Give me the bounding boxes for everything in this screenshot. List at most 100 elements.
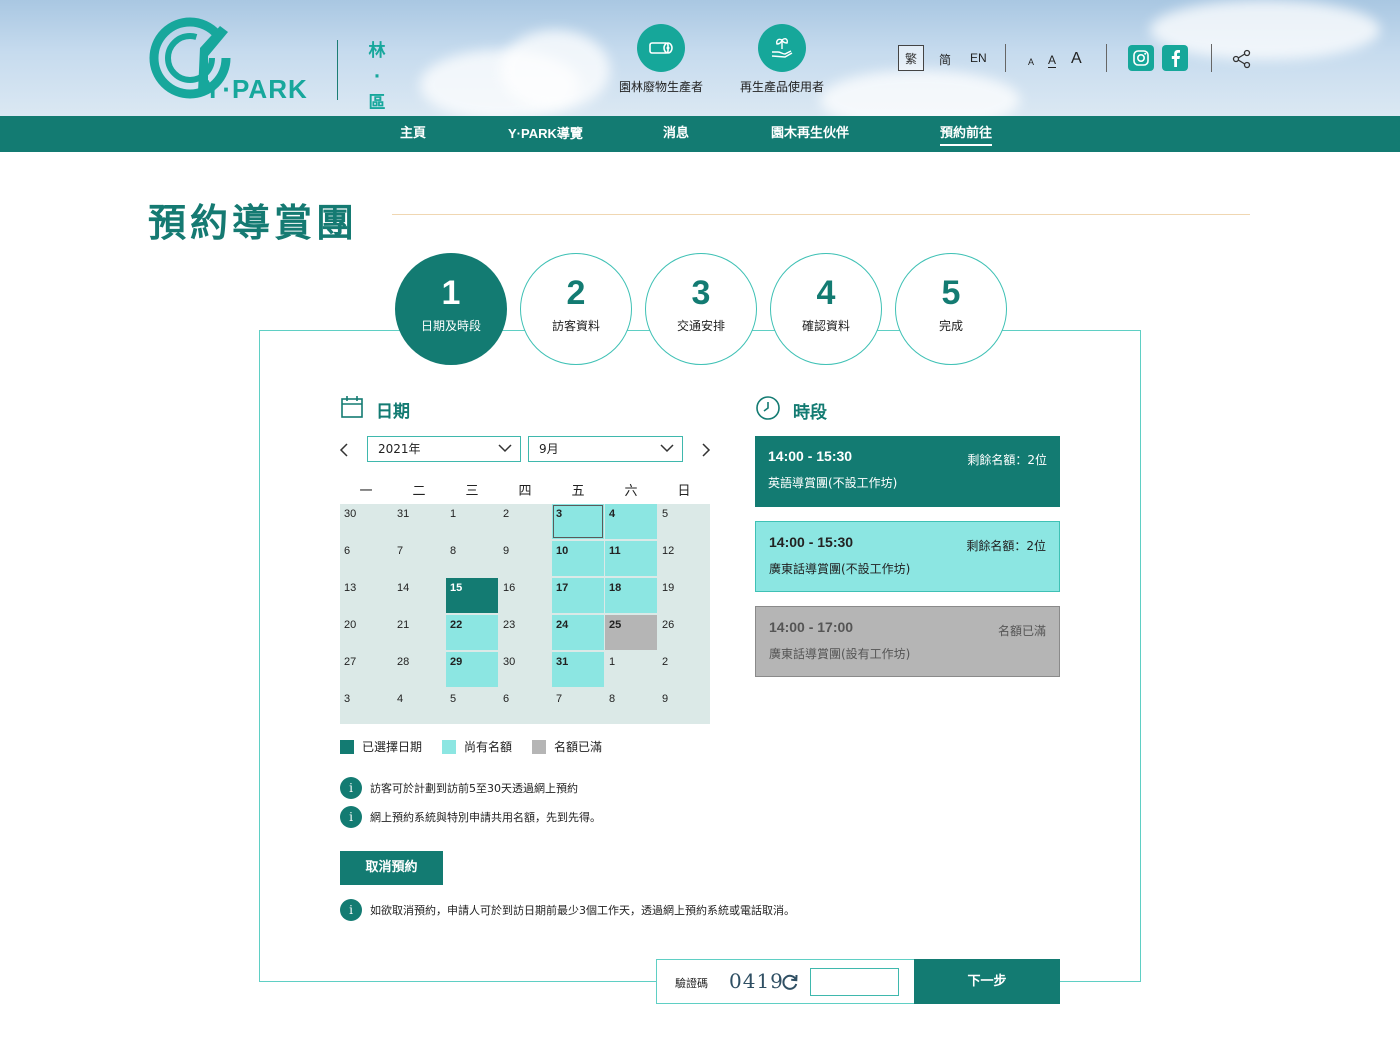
timeslot-name: 廣東話導賞團(不設工作坊) — [769, 562, 911, 576]
lang-simplified[interactable]: 简 — [939, 51, 951, 68]
legend-label: 名額已滿 — [554, 740, 603, 754]
page-title: 預約導賞團 — [148, 201, 359, 245]
weekday-label: 一 — [359, 484, 373, 499]
captcha-box: 驗證碼 0419 — [656, 959, 915, 1004]
font-size-small[interactable]: A — [1028, 57, 1034, 67]
booking-note: i 網上預約系統與特別申請共用名額，先到先得。 — [340, 806, 601, 828]
legend-label: 尚有名額 — [464, 740, 513, 754]
calendar-day: 25 — [605, 615, 657, 650]
year-select-value: 2021年 — [378, 442, 421, 456]
calendar-day[interactable]: 3 — [552, 504, 604, 539]
role-product-user[interactable]: 再生產品使用者 — [707, 24, 857, 95]
step-number: 4 — [816, 274, 836, 312]
legend-label: 已選擇日期 — [362, 740, 423, 754]
calendar-day[interactable]: 24 — [552, 615, 604, 650]
step-label: 日期及時段 — [420, 319, 481, 333]
weekday-label: 日 — [677, 484, 691, 499]
year-select[interactable]: 2021年 — [367, 436, 521, 462]
chevron-right-icon — [702, 443, 711, 457]
divider — [1106, 44, 1107, 72]
step-number: 5 — [941, 274, 961, 312]
instagram-icon[interactable] — [1128, 45, 1154, 71]
zone-char: 林 — [368, 41, 386, 61]
chevron-down-icon — [660, 444, 674, 453]
font-size-large[interactable]: A — [1071, 50, 1082, 68]
step-number: 3 — [691, 274, 711, 312]
note-text: 訪客可於計劃到訪前5至30天透過網上預約 — [370, 782, 578, 795]
calendar-day[interactable]: 18 — [605, 578, 657, 613]
timeslot-name: 廣東話導賞團(設有工作坊) — [769, 647, 911, 661]
legend-swatch — [532, 739, 546, 754]
chevron-down-icon — [498, 444, 512, 453]
divider — [1005, 44, 1006, 72]
step-number: 2 — [566, 274, 586, 312]
facebook-icon[interactable] — [1162, 45, 1188, 71]
calendar-day: 7 — [556, 693, 563, 705]
captcha-input[interactable] — [810, 968, 899, 996]
calendar-day: 30 — [503, 656, 516, 668]
calendar-day: 6 — [344, 545, 351, 557]
nav-item-home[interactable]: 主頁 — [400, 116, 426, 152]
month-select-value: 9月 — [539, 442, 559, 456]
lang-english[interactable]: EN — [970, 51, 987, 65]
logo-divider — [337, 40, 338, 100]
calendar-day: 6 — [503, 693, 510, 705]
legend-swatch — [442, 739, 456, 754]
legend-selected: 已選擇日期 — [340, 738, 422, 755]
weekday-label: 三 — [465, 484, 479, 499]
calendar-day: 31 — [397, 508, 410, 520]
calendar-day: 2 — [503, 508, 510, 520]
log-icon — [637, 24, 685, 72]
hand-sprout-icon — [758, 24, 806, 72]
calendar-day[interactable]: 10 — [552, 541, 604, 576]
calendar-day: 7 — [397, 545, 404, 557]
step-5: 5 完成 — [895, 253, 1007, 365]
calendar-day[interactable]: 15 — [446, 578, 498, 613]
calendar-day: 3 — [344, 693, 351, 705]
note-text: 網上預約系統與特別申請共用名額，先到先得。 — [370, 811, 601, 824]
timeslot-option[interactable]: 14:00 - 15:30 剩餘名額：2位 廣東話導賞團(不設工作坊) — [755, 521, 1060, 592]
calendar-day[interactable]: 17 — [552, 578, 604, 613]
nav-item-booking[interactable]: 預約前往 — [940, 116, 993, 152]
weekday-label: 五 — [571, 484, 585, 499]
title-divider — [392, 214, 1250, 215]
role-label: 再生產品使用者 — [739, 80, 824, 94]
timeslot-quota: 剩餘名額：2位 — [966, 539, 1046, 553]
prev-month-button[interactable] — [334, 440, 354, 460]
zone-char: · — [373, 67, 381, 87]
calendar-day: 8 — [450, 545, 457, 557]
timeslot-option: 14:00 - 17:00 名額已滿 廣東話導賞團(設有工作坊) — [755, 606, 1060, 677]
calendar-day: 13 — [344, 582, 357, 594]
calendar-day[interactable]: 31 — [552, 652, 604, 687]
cancel-booking-button[interactable]: 取消預約 — [340, 851, 443, 885]
nav-item-news[interactable]: 消息 — [663, 116, 689, 152]
calendar-day: 14 — [397, 582, 410, 594]
share-icon[interactable] — [1232, 49, 1252, 73]
step-1: 1 日期及時段 — [395, 253, 507, 365]
nav-item-tour[interactable]: Y·PARK導覽 — [508, 116, 583, 152]
step-label: 完成 — [938, 319, 963, 333]
info-icon: i — [340, 806, 362, 828]
month-select[interactable]: 9月 — [528, 436, 683, 462]
calendar-day[interactable]: 4 — [605, 504, 657, 539]
calendar-day: 12 — [662, 545, 675, 557]
font-size-medium[interactable]: A — [1048, 53, 1057, 68]
calendar-day: 5 — [450, 693, 457, 705]
step-label: 確認資料 — [801, 319, 850, 333]
logo-text: Y·PARK — [204, 74, 308, 104]
calendar-day: 23 — [503, 619, 516, 631]
next-month-button[interactable] — [696, 440, 716, 460]
calendar-day[interactable]: 11 — [605, 541, 657, 576]
captcha-label: 驗證碼 — [675, 977, 708, 990]
site-header: Y·PARK 林 · 區 園林廢物生產者 再生產品使用者 繁 简 EN A A … — [0, 0, 1400, 116]
timeslot-quota: 名額已滿 — [997, 624, 1046, 638]
timeslot-option[interactable]: 14:00 - 15:30 剩餘名額：2位 英語導賞團(不設工作坊) — [755, 436, 1060, 507]
nav-item-partners[interactable]: 園木再生伙伴 — [771, 116, 849, 152]
lang-traditional[interactable]: 繁 — [898, 45, 924, 71]
next-step-button[interactable]: 下一步 — [914, 959, 1060, 1004]
calendar-day: 16 — [503, 582, 516, 594]
booking-note: i 訪客可於計劃到訪前5至30天透過網上預約 — [340, 777, 578, 799]
calendar-day[interactable]: 29 — [446, 652, 498, 687]
refresh-icon[interactable] — [780, 972, 800, 996]
calendar-day[interactable]: 22 — [446, 615, 498, 650]
